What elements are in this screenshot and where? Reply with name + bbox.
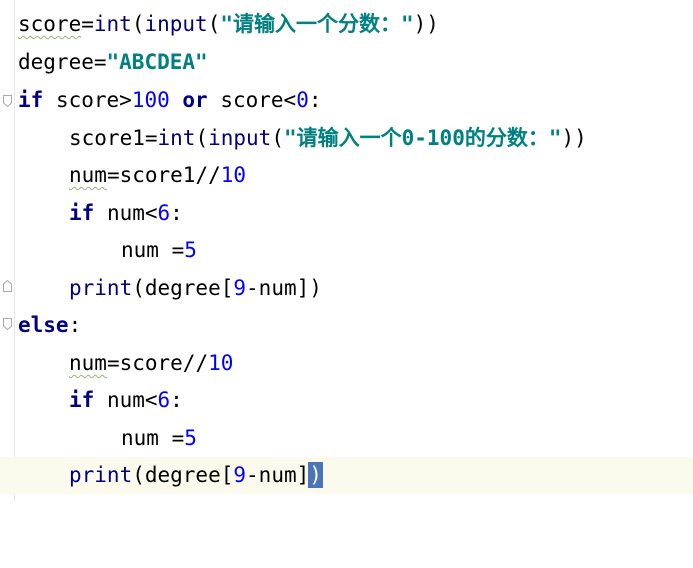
code-text: num =5 [121,238,197,262]
code-line[interactable]: if score>100 or score<0: [0,82,693,119]
code-line[interactable]: print(degree[9-num]) [0,270,693,307]
code-text: num=score1//10 [69,163,247,187]
code-line[interactable]: num=score1//10 [0,157,693,194]
code-line[interactable]: if num<6: [0,195,693,232]
matched-bracket: ) [308,462,323,488]
code-text: else: [18,313,82,337]
code-text: if num<6: [69,388,183,412]
code-text: num =5 [121,426,197,450]
code-text: print(degree[9-num]) [69,276,322,300]
current-code-line[interactable]: print(degree[9-num]) [0,457,693,494]
code-line[interactable]: else: [0,307,693,344]
code-text: num=score//10 [69,351,234,375]
code-text: if num<6: [69,201,183,225]
code-editor[interactable]: score=int(input("请输入一个分数：")) degree="ABC… [0,0,693,501]
code-text: score=int(input("请输入一个分数：")) [18,12,439,36]
code-line[interactable]: num =5 [0,420,693,457]
code-line[interactable]: score=int(input("请输入一个分数：")) [0,6,693,43]
code-line[interactable]: if num<6: [0,382,693,419]
code-line[interactable]: num =5 [0,232,693,269]
code-text: score1=int(input("请输入一个0-100的分数：")) [69,126,587,150]
code-line[interactable]: degree="ABCDEA" [0,44,693,81]
code-text: degree="ABCDEA" [18,50,208,74]
code-text: if score>100 or score<0: [18,88,322,112]
code-line[interactable]: score1=int(input("请输入一个0-100的分数：")) [0,120,693,157]
code-line[interactable]: num=score//10 [0,345,693,382]
code-text: print(degree[9-num]) [69,462,323,488]
